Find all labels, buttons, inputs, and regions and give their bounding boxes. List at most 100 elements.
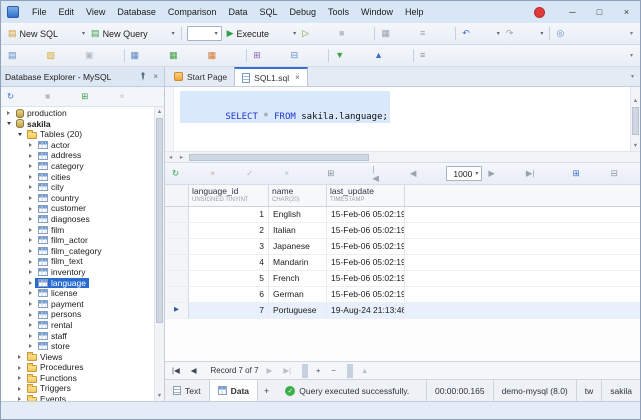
tree-item[interactable]: city: [1, 182, 154, 193]
cell-last-update[interactable]: 15-Feb-06 05:02:19: [327, 239, 405, 254]
new-document-button[interactable]: ▤: [5, 47, 44, 65]
scroll-left-icon[interactable]: ◂: [165, 153, 176, 161]
card-view-button[interactable]: ⊞: [324, 165, 361, 183]
redo-button[interactable]: ↷ ▾: [503, 25, 547, 43]
stop-button[interactable]: ■: [336, 25, 371, 43]
cell-language-id[interactable]: 1: [189, 207, 269, 222]
menu-item[interactable]: Edit: [53, 1, 81, 23]
tree-item[interactable]: film_actor: [1, 235, 154, 246]
status-segment[interactable]: 00:00:00.165: [426, 380, 493, 401]
expander-icon[interactable]: [26, 247, 35, 256]
export-data-button[interactable]: ▲: [371, 47, 410, 65]
tree-item[interactable]: Procedures: [1, 362, 154, 373]
insert-record-button[interactable]: +: [313, 364, 326, 378]
minimize-button[interactable]: ─: [559, 1, 586, 23]
tree-item[interactable]: address: [1, 150, 154, 161]
query-profiler-button[interactable]: ▦: [378, 25, 417, 43]
dropdown-caret-icon[interactable]: ▾: [475, 170, 478, 177]
grid-row[interactable]: 6 German 15-Feb-06 05:02:19: [165, 287, 640, 303]
grid-row[interactable]: 1 English 15-Feb-06 05:02:19: [165, 207, 640, 223]
row-header[interactable]: [165, 287, 189, 302]
tree-item[interactable]: film_text: [1, 256, 154, 267]
cell-language-id[interactable]: 6: [189, 287, 269, 302]
scroll-up-icon[interactable]: ▲: [155, 107, 164, 117]
debug-button[interactable]: ▷: [299, 25, 336, 43]
scroll-up-icon[interactable]: ▲: [631, 96, 640, 106]
grid-row[interactable]: 4 Mandarin 15-Feb-06 05:02:19: [165, 255, 640, 271]
expander-icon[interactable]: [26, 225, 35, 234]
expander-icon[interactable]: [15, 363, 24, 372]
new-query-button[interactable]: ▤ New Query ▾: [88, 25, 178, 43]
expander-icon[interactable]: [26, 183, 35, 192]
tree-item[interactable]: country: [1, 193, 154, 204]
prev-record-button[interactable]: ◀: [188, 364, 203, 378]
undo-button[interactable]: ↶ ▾: [459, 25, 503, 43]
expander-icon[interactable]: [4, 109, 13, 118]
expander-icon[interactable]: [15, 384, 24, 393]
new-sql-button[interactable]: ▤ New SQL ▾: [5, 25, 88, 43]
tab-close-icon[interactable]: ×: [295, 73, 300, 82]
cell-name[interactable]: German: [269, 287, 327, 302]
maximize-button[interactable]: □: [586, 1, 613, 23]
expander-icon[interactable]: [26, 257, 35, 266]
menu-item[interactable]: Database: [111, 1, 162, 23]
cell-name[interactable]: Mandarin: [269, 255, 327, 270]
expander-icon[interactable]: [26, 299, 35, 308]
dropdown-caret-icon[interactable]: ▾: [172, 30, 175, 37]
expander-icon[interactable]: [26, 268, 35, 277]
apply-changes-button[interactable]: ✓: [243, 165, 280, 183]
database-diagram-button[interactable]: ⊞: [250, 47, 288, 65]
tree-item[interactable]: actor: [1, 140, 154, 151]
import-data-button[interactable]: ▼: [332, 47, 371, 65]
dropdown-caret-icon[interactable]: ▾: [293, 30, 296, 37]
stop-refresh-button[interactable]: ■: [42, 89, 77, 105]
expander-icon[interactable]: [26, 141, 35, 150]
scroll-down-icon[interactable]: ▼: [155, 391, 164, 401]
cancel-refresh-button[interactable]: ×: [207, 165, 242, 183]
scroll-down-icon[interactable]: ▼: [631, 141, 640, 151]
grid-row[interactable]: ▶ 7 Portuguese 19-Aug-24 21:13:46: [165, 303, 640, 319]
dropdown-caret-icon[interactable]: ▾: [82, 30, 85, 37]
expander-icon[interactable]: [26, 342, 35, 351]
cell-language-id[interactable]: 2: [189, 223, 269, 238]
tree-item[interactable]: Views: [1, 352, 154, 363]
tree-item[interactable]: film_category: [1, 246, 154, 257]
last-record-button[interactable]: ▶|: [280, 364, 297, 378]
sql-editor[interactable]: SELECT * FROM sakila.language; ÷ ▲ ▼: [165, 87, 640, 152]
document-tab[interactable]: SQL1.sql ×: [234, 67, 308, 86]
expander-icon[interactable]: [15, 352, 24, 361]
last_update[interactable]: last_update TIMESTAMP: [327, 185, 405, 206]
tree-item[interactable]: cities: [1, 172, 154, 183]
cell-last-update[interactable]: 15-Feb-06 05:02:19: [327, 255, 405, 270]
row-header[interactable]: [165, 239, 189, 254]
menu-item[interactable]: SQL: [253, 1, 283, 23]
tree-item[interactable]: store: [1, 341, 154, 352]
result-view-tab[interactable]: Text: [165, 380, 209, 401]
prev-page-button[interactable]: ◀: [407, 165, 444, 183]
toolbar-overflow-button[interactable]: ▾: [627, 52, 636, 59]
new-connection-button[interactable]: ⊞: [78, 89, 115, 105]
grid-row[interactable]: 3 Japanese 15-Feb-06 05:02:19: [165, 239, 640, 255]
next-record-button[interactable]: ▶: [264, 364, 279, 378]
status-segment[interactable]: tw: [576, 380, 602, 401]
revert-changes-button[interactable]: ×: [281, 165, 316, 183]
tree-scrollbar[interactable]: ▲ ▼: [154, 107, 164, 401]
name[interactable]: name CHAR(20): [269, 185, 327, 206]
document-tab[interactable]: Start Page: [167, 67, 234, 86]
scroll-right-icon[interactable]: ▸: [176, 153, 187, 161]
expander-icon[interactable]: [26, 172, 35, 181]
edit-table-button[interactable]: ▦: [166, 47, 205, 65]
menu-item[interactable]: Data: [222, 1, 253, 23]
disconnect-button[interactable]: ×: [116, 89, 151, 105]
tree-item[interactable]: category: [1, 161, 154, 172]
row-header[interactable]: [165, 271, 189, 286]
sql-statement[interactable]: SELECT * FROM sakila.language;: [180, 91, 390, 123]
cell-language-id[interactable]: 7: [189, 303, 269, 318]
dropdown-caret-icon[interactable]: ▾: [497, 30, 500, 37]
cell-name[interactable]: English: [269, 207, 327, 222]
first-record-button[interactable]: |◀: [169, 364, 186, 378]
row-header[interactable]: [165, 223, 189, 238]
row-header[interactable]: [165, 207, 189, 222]
status-segment[interactable]: demo-mysql (8.0): [493, 380, 576, 401]
expander-icon[interactable]: [26, 236, 35, 245]
